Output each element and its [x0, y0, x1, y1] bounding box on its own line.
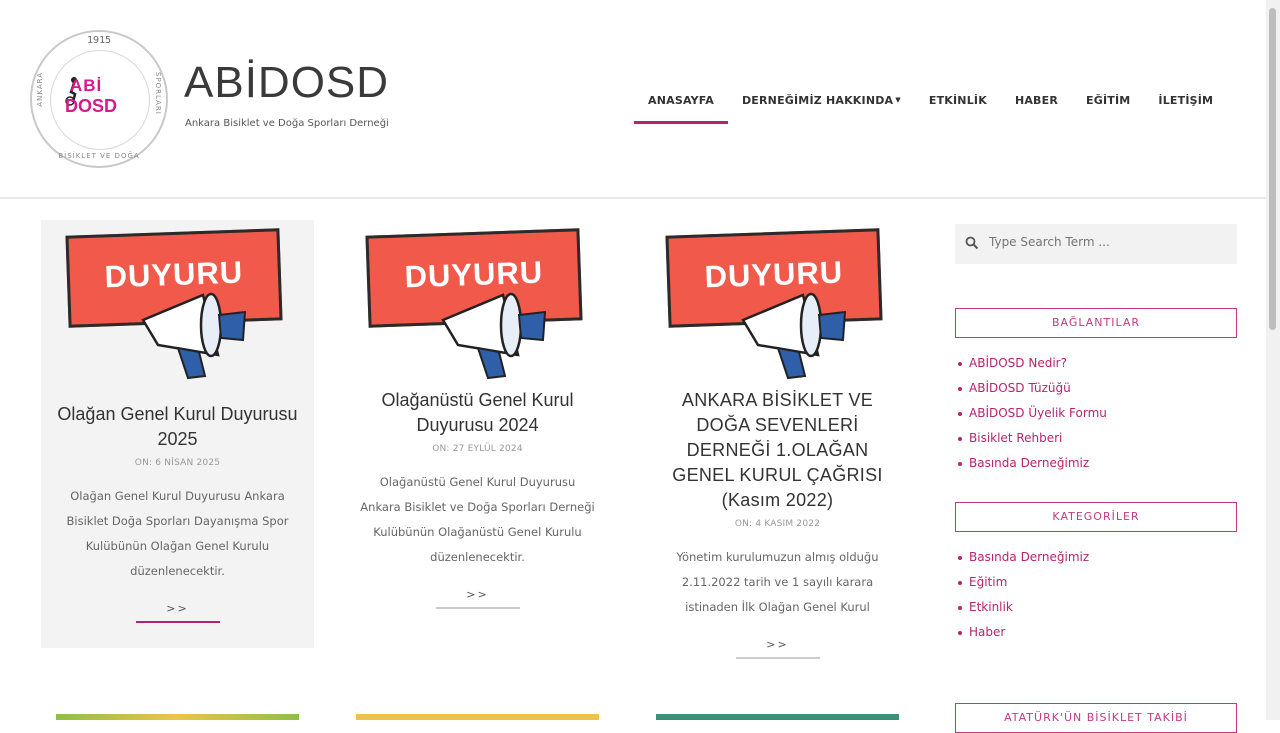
scrollbar-thumb[interactable]	[1269, 8, 1276, 330]
post-thumbnail[interactable]: DUYURU	[641, 220, 914, 380]
nav-item-iletisim[interactable]: İLETİŞİM	[1144, 86, 1227, 121]
next-post-thumbnail-edge	[356, 714, 599, 720]
post-title[interactable]: ANKARA BİSİKLET VE DOĞA SEVENLERİ DERNEĞ…	[655, 388, 900, 513]
logo-abi-text: ABİ	[70, 76, 103, 95]
kategoriler-list: Basında Derneğimiz Eğitim Etkinlik Haber	[955, 545, 1237, 645]
logo-ring-right-text: SPORLARI	[154, 72, 162, 115]
nav-item-etkinlik[interactable]: ETKİNLİK	[915, 86, 1001, 121]
post-date: ON: 6 NİSAN 2025	[134, 458, 221, 468]
category-link[interactable]: Etkinlik	[955, 595, 1237, 620]
post-excerpt: Olağan Genel Kurul Duyurusu Ankara Bisik…	[66, 489, 289, 578]
widget-title-baglantilar: BAĞLANTILAR	[955, 308, 1237, 338]
page-scrollbar[interactable]	[1266, 0, 1280, 720]
megaphone-icon	[141, 292, 247, 380]
site-header: 1915 ANKARA SPORLARI BİSİKLET VE DOĞA AB…	[0, 0, 1266, 199]
logo-dosd-text: DOSD	[65, 96, 118, 116]
post-thumbnail[interactable]: DUYURU	[341, 220, 614, 380]
nav-item-haber[interactable]: HABER	[1001, 86, 1072, 121]
search-icon	[965, 236, 979, 250]
post-excerpt: Olağanüstü Genel Kurul Duyurusu Ankara B…	[360, 475, 595, 564]
nav-item-egitim[interactable]: EĞİTİM	[1072, 86, 1144, 121]
next-post-thumbnail-edge	[656, 714, 899, 720]
post-card: DUYURU Olağanüstü Genel Kurul Duyurusu 2…	[341, 220, 614, 640]
category-link[interactable]: Haber	[955, 620, 1237, 645]
baglantilar-list: ABİDOSD Nedir? ABİDOSD Tüzüğü ABİDOSD Üy…	[955, 351, 1237, 476]
read-more-link[interactable]: >>	[735, 638, 820, 659]
category-link[interactable]: Basında Derneğimiz	[955, 545, 1237, 570]
widget-title-kategoriler: KATEGORİLER	[955, 502, 1237, 532]
sidebar-link[interactable]: ABİDOSD Tüzüğü	[955, 376, 1237, 401]
megaphone-icon	[441, 292, 547, 380]
post-card: DUYURU Olağan Genel Kurul Duyurusu 2025 …	[41, 220, 314, 648]
widget-title-ataturk-bisiklet: ATATÜRK'ÜN BİSİKLET TAKİBİ	[955, 703, 1237, 733]
sidebar-link[interactable]: ABİDOSD Üyelik Formu	[955, 401, 1237, 426]
site-title[interactable]: ABİDOSD	[184, 58, 389, 108]
search-box[interactable]	[955, 224, 1237, 264]
logo-ring-left-text: ANKARA	[36, 72, 44, 107]
sidebar-link[interactable]: Bisiklet Rehberi	[955, 426, 1237, 451]
read-more-link[interactable]: >>	[135, 602, 220, 623]
site-logo[interactable]: 1915 ANKARA SPORLARI BİSİKLET VE DOĞA AB…	[30, 30, 168, 168]
logo-ring-bottom-text: BİSİKLET VE DOĞA	[58, 152, 140, 160]
logo-year: 1915	[86, 35, 112, 46]
category-link[interactable]: Eğitim	[955, 570, 1237, 595]
post-thumbnail[interactable]: DUYURU	[41, 220, 314, 380]
post-date: ON: 27 EYLÜL 2024	[432, 444, 523, 454]
next-post-thumbnail-edge	[56, 714, 299, 720]
nav-item-anasayfa[interactable]: ANASAYFA	[634, 86, 728, 124]
main-nav: ANASAYFA DERNEĞİMİZ HAKKINDA ▼ ETKİNLİK H…	[634, 86, 1227, 124]
megaphone-icon	[741, 292, 847, 380]
post-card: DUYURU ANKARA BİSİKLET VE DOĞA SEVENLERİ…	[641, 220, 914, 660]
sidebar-link[interactable]: ABİDOSD Nedir?	[955, 351, 1237, 376]
caret-down-icon: ▼	[895, 96, 901, 104]
post-title[interactable]: Olağanüstü Genel Kurul Duyurusu 2024	[355, 388, 600, 438]
post-title[interactable]: Olağan Genel Kurul Duyurusu 2025	[55, 402, 300, 452]
post-excerpt: Yönetim kurulumuzun almış olduğu 2.11.20…	[676, 550, 879, 614]
read-more-link[interactable]: >>	[435, 588, 520, 609]
post-date: ON: 4 KASIM 2022	[734, 519, 821, 529]
nav-item-dernegimiz-hakkinda-label: DERNEĞİMİZ HAKKINDA	[741, 94, 894, 107]
site-tagline: Ankara Bisiklet ve Doğa Sporları Derneği	[185, 118, 389, 129]
sidebar: BAĞLANTILAR ABİDOSD Nedir? ABİDOSD Tüzüğ…	[955, 224, 1237, 645]
search-input[interactable]	[987, 234, 1221, 250]
nav-item-dernegimiz-hakkinda[interactable]: DERNEĞİMİZ HAKKINDA ▼	[728, 86, 915, 121]
sidebar-link[interactable]: Basında Derneğimiz	[955, 451, 1237, 476]
